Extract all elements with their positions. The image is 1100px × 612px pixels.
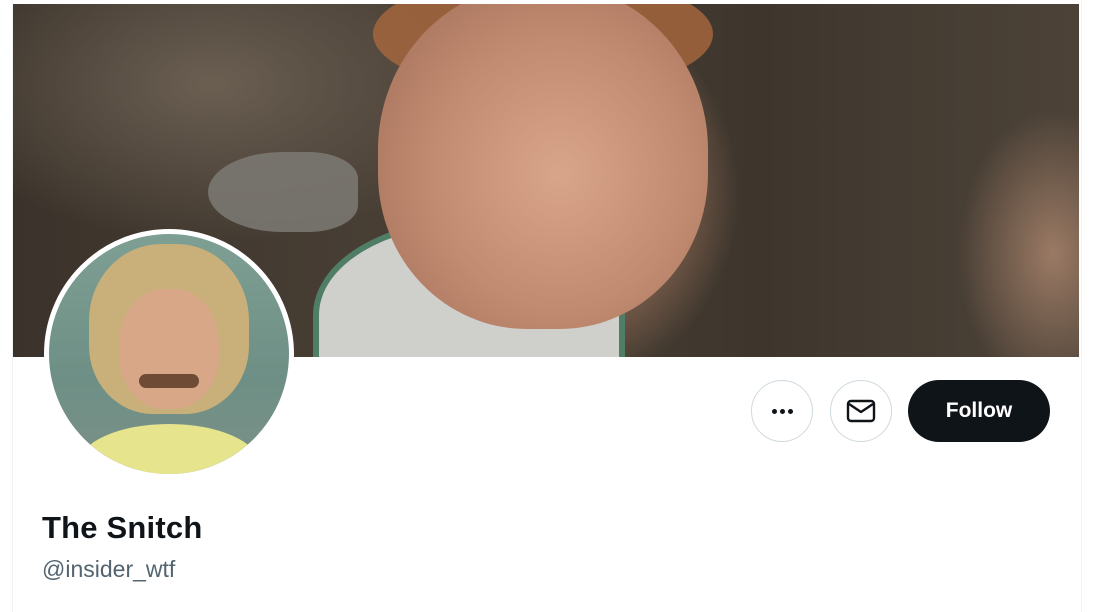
profile-avatar[interactable]	[44, 229, 294, 479]
more-options-button[interactable]	[751, 380, 813, 442]
banner-head-shape	[378, 4, 708, 329]
envelope-icon	[846, 399, 876, 423]
avatar-mustache-shape	[139, 374, 199, 388]
avatar-shirt-shape	[79, 424, 259, 474]
more-horizontal-icon	[771, 408, 793, 414]
follow-button[interactable]: Follow	[908, 380, 1050, 442]
message-button[interactable]	[830, 380, 892, 442]
profile-handle: @insider_wtf	[42, 556, 176, 582]
profile-header: Follow The Snitch @insider_wtf	[12, 0, 1082, 612]
banner-wing-shape	[208, 152, 358, 232]
avatar-face-shape	[119, 289, 219, 409]
profile-display-name: The Snitch	[42, 510, 203, 545]
